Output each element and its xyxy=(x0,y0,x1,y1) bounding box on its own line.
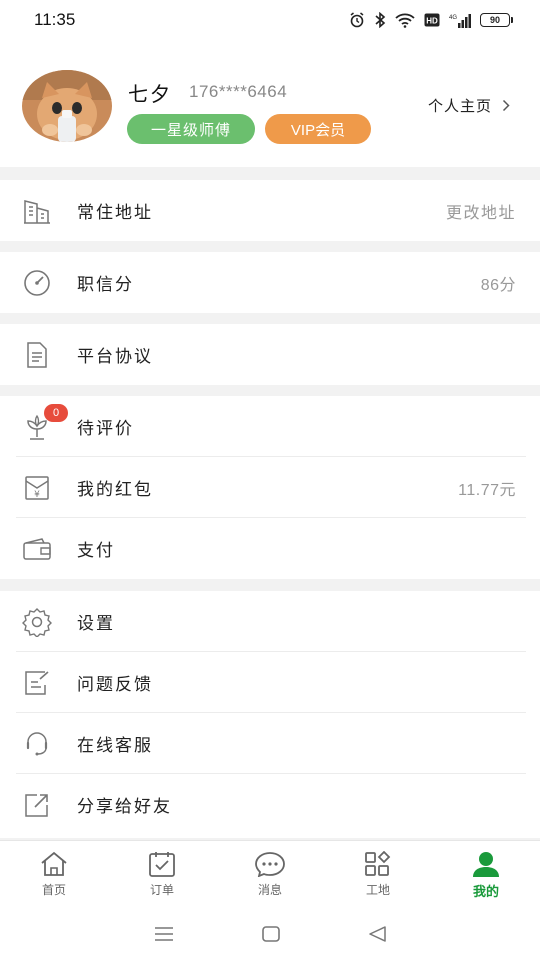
tab-label: 消息 xyxy=(257,883,282,897)
menu-agreement[interactable]: 平台协议 xyxy=(0,324,540,385)
tab-orders[interactable]: 订单 xyxy=(108,841,216,908)
tab-profile[interactable]: 我的 xyxy=(432,841,540,908)
homepage-label: 个人主页 xyxy=(427,97,492,115)
status-bar: 11:35 HD 4G 90 xyxy=(0,0,540,40)
gauge-icon xyxy=(22,268,52,298)
order-icon xyxy=(149,852,175,877)
status-icons: HD 4G 90 xyxy=(349,12,513,28)
feedback-icon xyxy=(22,668,52,698)
menu-pending-review[interactable]: 0 待评价 xyxy=(0,396,540,457)
menu-label: 支付 xyxy=(77,541,115,561)
credit-score: 86分 xyxy=(480,276,516,294)
menu-address[interactable]: 常住地址 更改地址 xyxy=(0,180,540,241)
svg-text:4G: 4G xyxy=(449,15,457,21)
hd-icon: HD xyxy=(424,13,440,27)
wifi-icon xyxy=(395,13,415,28)
status-time: 11:35 xyxy=(34,10,76,29)
tab-label: 首页 xyxy=(41,883,66,897)
change-address-link[interactable]: 更改地址 xyxy=(446,199,516,223)
gear-icon xyxy=(22,607,52,637)
system-nav-bar xyxy=(0,908,540,960)
tab-home[interactable]: 首页 xyxy=(0,841,108,908)
chevron-right-icon xyxy=(502,99,510,112)
building-icon xyxy=(22,196,52,226)
menu-label: 在线客服 xyxy=(77,736,153,756)
menu-label: 职信分 xyxy=(77,275,134,295)
bottom-tab-bar: 首页 订单 消息 工地 我的 xyxy=(0,840,540,908)
vip-badge[interactable]: VIP会员 xyxy=(265,114,371,144)
homepage-link[interactable]: 个人主页 xyxy=(428,95,510,116)
menu-support[interactable]: 在线客服 xyxy=(0,713,540,774)
menu-label: 设置 xyxy=(77,614,115,634)
menu-label: 常住地址 xyxy=(77,203,153,223)
menu-label: 分享给好友 xyxy=(77,797,172,817)
menu-settings[interactable]: 设置 xyxy=(0,591,540,652)
level-badge[interactable]: 一星级师傅 xyxy=(127,114,255,144)
menu-label: 待评价 xyxy=(77,419,134,439)
home-icon xyxy=(41,851,67,876)
wallet-icon xyxy=(22,534,52,564)
avatar[interactable] xyxy=(22,70,112,142)
svg-text:¥: ¥ xyxy=(34,490,40,500)
menu-credit[interactable]: 职信分 86分 xyxy=(0,252,540,313)
red-packet-amount: 11.77元 xyxy=(458,481,516,499)
tab-label: 工地 xyxy=(365,883,390,897)
headset-icon xyxy=(22,729,52,759)
notification-badge: 0 xyxy=(44,404,68,422)
wallet-group: 0 待评价 ¥ 我的红包 11.77元 支付 xyxy=(0,396,540,579)
worksite-icon xyxy=(365,851,391,876)
profile-header: 七夕 176****6464 一星级师傅 VIP会员 个人主页 xyxy=(0,40,540,167)
bluetooth-icon xyxy=(375,12,386,28)
agreement-group: 平台协议 xyxy=(0,324,540,385)
menu-label: 问题反馈 xyxy=(77,675,153,695)
menu-label: 我的红包 xyxy=(77,480,153,500)
tab-label: 订单 xyxy=(149,883,174,897)
menu-icon[interactable] xyxy=(154,926,174,942)
alarm-icon xyxy=(350,12,364,28)
user-name: 七夕 xyxy=(128,82,172,106)
tab-messages[interactable]: 消息 xyxy=(216,841,324,908)
settings-group: 设置 问题反馈 在线客服 分享给好友 xyxy=(0,591,540,838)
document-icon xyxy=(22,340,52,370)
menu-red-packet[interactable]: ¥ 我的红包 11.77元 xyxy=(0,457,540,518)
menu-label: 平台协议 xyxy=(77,347,153,367)
back-icon[interactable] xyxy=(368,926,386,942)
menu-feedback[interactable]: 问题反馈 xyxy=(0,652,540,713)
battery-icon: 90 xyxy=(480,13,513,27)
menu-payment[interactable]: 支付 xyxy=(0,518,540,579)
user-phone: 176****6464 xyxy=(189,82,288,101)
tab-label: 我的 xyxy=(472,885,499,900)
address-group: 常住地址 更改地址 xyxy=(0,180,540,241)
red-packet-icon: ¥ xyxy=(22,473,52,503)
credit-group: 职信分 86分 xyxy=(0,252,540,313)
message-icon xyxy=(255,852,285,877)
share-icon xyxy=(22,790,52,820)
signal-icon: 4G xyxy=(449,13,471,28)
home-button-icon[interactable] xyxy=(262,926,280,942)
profile-icon xyxy=(473,852,499,877)
svg-text:HD: HD xyxy=(426,17,438,26)
tab-worksite[interactable]: 工地 xyxy=(324,841,432,908)
menu-share[interactable]: 分享给好友 xyxy=(0,774,540,835)
